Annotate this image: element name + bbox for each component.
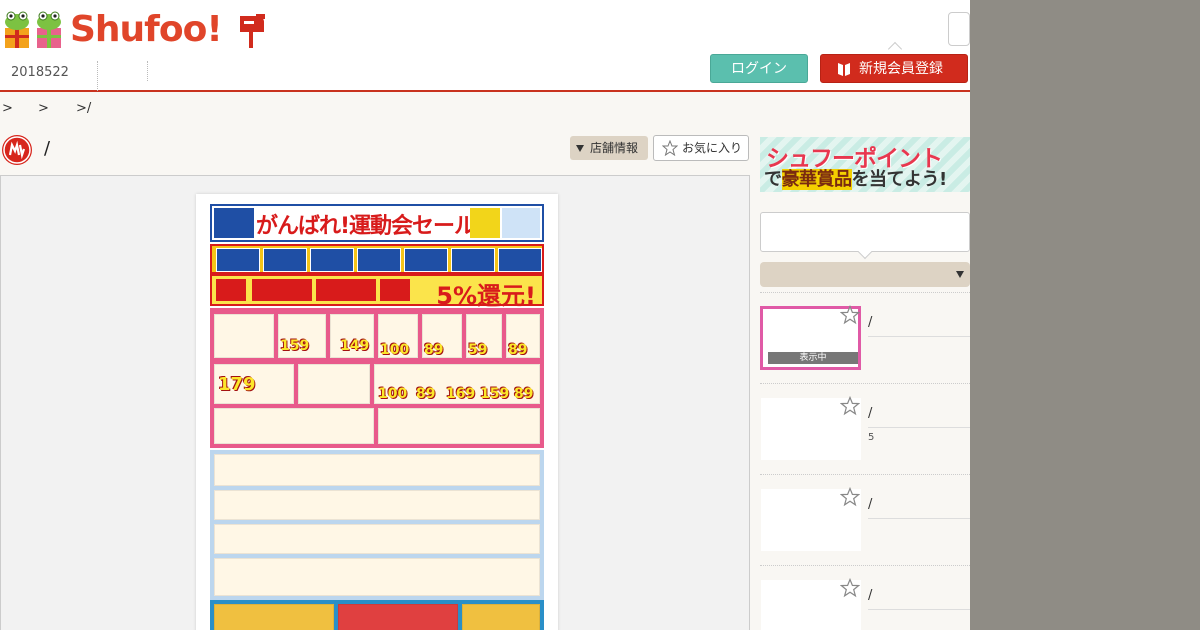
flyer-price: 89 — [424, 342, 444, 358]
register-label: 新規会員登録 — [859, 61, 943, 77]
flyer-list-item[interactable]: / 5 — [760, 383, 970, 473]
flyer-viewer[interactable]: がんばれ!運動会セール 5%還元! 159 149 100 89 59 89 1… — [0, 175, 750, 630]
flyer-section-bottom — [210, 600, 544, 630]
flyer-price: 179 — [218, 374, 256, 395]
flyer-price: 89 — [514, 386, 534, 402]
store-name: / — [44, 138, 51, 159]
flyer-price: 59 — [468, 342, 488, 358]
page: Shufoo! 2018522 ログイン 新規会員登録 > > >/ / 店舗情… — [0, 0, 970, 630]
breadcrumb-item[interactable]: > — [38, 101, 76, 116]
star-icon[interactable] — [840, 578, 860, 598]
header-search-box[interactable] — [948, 12, 970, 46]
flyer-list-item[interactable]: 表示中 / — [760, 292, 970, 382]
flyer-item-sub: 5 — [868, 432, 875, 443]
star-icon[interactable] — [840, 305, 860, 325]
store-info-button[interactable]: 店舗情報 — [570, 136, 648, 160]
favorite-button[interactable]: お気に入り — [653, 135, 749, 161]
date-tab[interactable]: 2018522 — [0, 61, 98, 91]
star-icon[interactable] — [840, 396, 860, 416]
shufoo-logo[interactable]: Shufoo! — [2, 8, 272, 52]
flyer-banner: 5%還元! — [210, 274, 544, 310]
showing-badge: 表示中 — [768, 352, 858, 364]
flyer-store-strip — [210, 244, 544, 274]
store-mark-icon — [3, 136, 31, 164]
flyer-item-title[interactable]: / — [868, 406, 970, 428]
flyer-title: がんばれ!運動会セール — [256, 214, 476, 239]
flyer-percent: 5%還元! — [436, 282, 536, 310]
login-button[interactable]: ログイン — [710, 54, 808, 83]
flyer-image[interactable]: がんばれ!運動会セール 5%還元! 159 149 100 89 59 89 1… — [196, 194, 558, 630]
header-tab[interactable] — [98, 61, 148, 81]
store-info-label: 店舗情報 — [590, 141, 639, 155]
breadcrumb: > > >/ — [2, 101, 91, 116]
flyer-price: 100 — [380, 342, 410, 358]
frog-mascot-icon — [5, 11, 29, 48]
mailbox-icon — [240, 14, 265, 48]
flyer-price: 89 — [416, 386, 436, 402]
flyer-price: 159 — [480, 386, 510, 402]
logo-text: Shufoo! — [70, 9, 223, 50]
triangle-down-icon — [956, 271, 964, 278]
flyer-price: 149 — [340, 338, 370, 354]
register-button[interactable]: 新規会員登録 — [820, 54, 968, 83]
point-campaign-banner[interactable]: シュフーポイント で豪華賞品を当てよう! — [760, 137, 970, 192]
store-logo — [2, 135, 32, 165]
sidebar-dropdown[interactable] — [760, 262, 970, 287]
star-icon[interactable] — [840, 487, 860, 507]
banner-line2: で豪華賞品を当てよう! — [764, 169, 947, 190]
breadcrumb-item[interactable]: >/ — [76, 101, 91, 116]
flyer-price: 169 — [446, 386, 476, 402]
frog-mascot-icon — [37, 11, 61, 48]
flyer-item-title[interactable]: / — [868, 497, 970, 519]
flyer-section-blue — [210, 450, 544, 600]
bookmark-icon — [838, 63, 850, 76]
flyer-header: がんばれ!運動会セール — [210, 204, 544, 242]
header: Shufoo! 2018522 ログイン 新規会員登録 — [0, 0, 970, 92]
triangle-down-icon — [576, 145, 584, 152]
flyer-price: 89 — [508, 342, 528, 358]
favorite-label: お気に入り — [682, 141, 743, 155]
flyer-list-item[interactable]: / — [760, 565, 970, 630]
flyer-price: 159 — [280, 338, 310, 354]
flyer-price: 100 — [378, 386, 408, 402]
breadcrumb-item[interactable]: > — [2, 101, 38, 116]
flyer-item-title[interactable]: / — [868, 315, 970, 337]
flyer-item-title[interactable]: / — [868, 588, 970, 610]
star-icon — [662, 140, 678, 156]
flyer-list-item[interactable]: / — [760, 474, 970, 564]
flyer-section-pink: 159 149 100 89 59 89 179 100 89 169 159 … — [210, 308, 544, 448]
